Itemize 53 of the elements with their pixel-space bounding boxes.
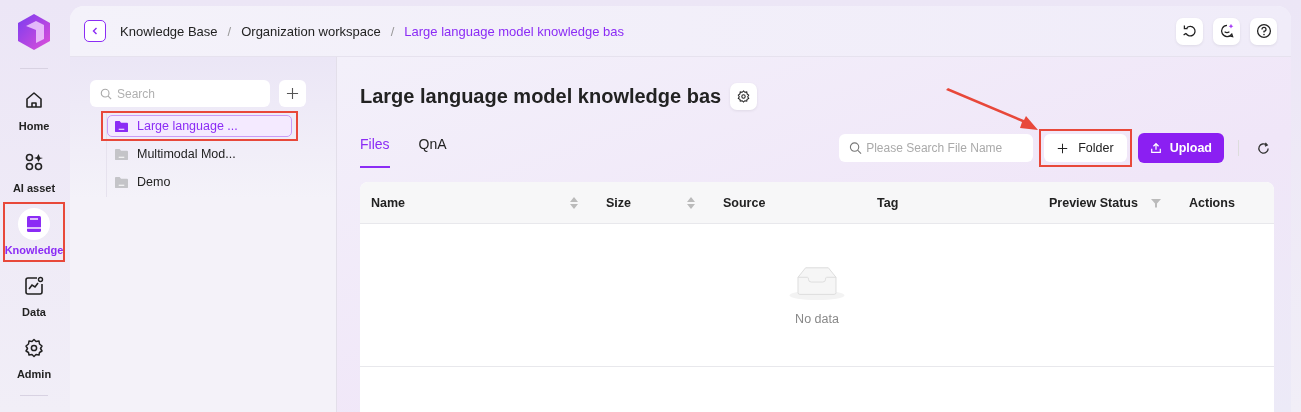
column-header: Actions — [1189, 195, 1235, 210]
settings-button[interactable] — [730, 82, 758, 110]
tab[interactable]: QnA — [418, 130, 447, 168]
home-icon — [24, 90, 44, 110]
folder-icon — [114, 119, 129, 133]
nav-item[interactable]: Knowledge — [4, 204, 64, 260]
settings-icon — [737, 89, 751, 103]
column-header: Tag — [877, 195, 899, 210]
column-header: Name — [371, 195, 406, 210]
plus-icon — [1057, 142, 1069, 154]
chevron-left-icon — [90, 26, 100, 36]
breadcrumb-separator: / — [227, 23, 232, 39]
search-icon — [100, 87, 112, 100]
folder-button[interactable]: Folder — [1044, 134, 1127, 162]
page-title: Large language model knowledge bas — [360, 84, 722, 108]
back-button[interactable] — [84, 20, 106, 42]
column-header: Preview Status — [1049, 195, 1138, 210]
shapes-icon — [24, 152, 44, 172]
book-icon — [24, 214, 44, 234]
nav-item[interactable]: Data — [18, 266, 50, 322]
chat-button[interactable] — [1213, 17, 1240, 45]
chart-icon — [24, 276, 44, 296]
breadcrumb-separator: / — [390, 23, 395, 39]
breadcrumb-link[interactable]: Knowledge Base — [120, 23, 218, 39]
search-icon — [849, 141, 863, 155]
tree-item[interactable]: Multimodal Mod... — [107, 143, 292, 165]
nav-item[interactable]: AI asset — [12, 142, 56, 198]
nav-item[interactable]: Admin — [16, 328, 52, 384]
tree-item[interactable]: Large language ... — [107, 115, 292, 137]
nav-item[interactable]: Home — [18, 80, 50, 136]
help-button[interactable] — [1250, 17, 1277, 45]
settings-icon — [24, 338, 44, 358]
folder-icon — [114, 175, 129, 189]
plus-icon — [286, 87, 299, 100]
history-icon — [1181, 23, 1198, 39]
upload-button[interactable]: Upload — [1137, 133, 1224, 163]
empty-message: No data — [795, 312, 839, 326]
breadcrumb-link[interactable]: Large language model knowledge bas — [404, 23, 624, 39]
breadcrumb-link[interactable]: Organization workspace — [241, 23, 381, 39]
column-header: Size — [606, 195, 631, 210]
search-field[interactable]: Search — [90, 80, 270, 107]
chat-icon — [1218, 23, 1235, 39]
column-header: Source — [723, 195, 766, 210]
folder-icon — [114, 147, 129, 161]
search-field[interactable]: Please Search File Name — [839, 134, 1034, 162]
tab[interactable]: Files — [360, 130, 390, 168]
add-button[interactable] — [279, 80, 306, 107]
history-button[interactable] — [1176, 17, 1203, 45]
upload-icon — [1149, 142, 1162, 154]
refresh-icon — [1257, 141, 1270, 155]
empty-inbox-icon — [788, 264, 846, 302]
help-icon — [1255, 23, 1272, 39]
tree-item[interactable]: Demo — [107, 171, 292, 193]
